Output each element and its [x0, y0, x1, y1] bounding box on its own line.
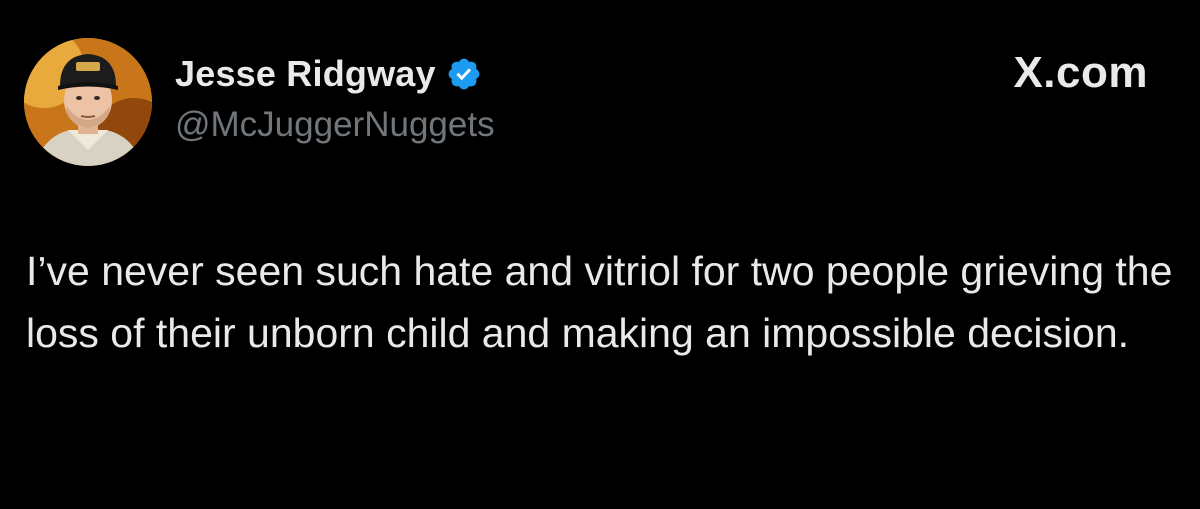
brand-label: X.com: [1013, 48, 1148, 97]
tweet-card: Jesse Ridgway @McJuggerNuggets X.com I’v…: [0, 0, 1200, 509]
author-handle[interactable]: @McJuggerNuggets: [175, 105, 495, 145]
tweet-text: I’ve never seen such hate and vitriol fo…: [26, 248, 1173, 356]
verified-badge-icon: [446, 56, 482, 92]
author-name-row: Jesse Ridgway: [175, 50, 482, 98]
avatar[interactable]: [24, 38, 152, 166]
avatar-image: [24, 38, 152, 166]
author-display-name[interactable]: Jesse Ridgway: [175, 53, 436, 95]
